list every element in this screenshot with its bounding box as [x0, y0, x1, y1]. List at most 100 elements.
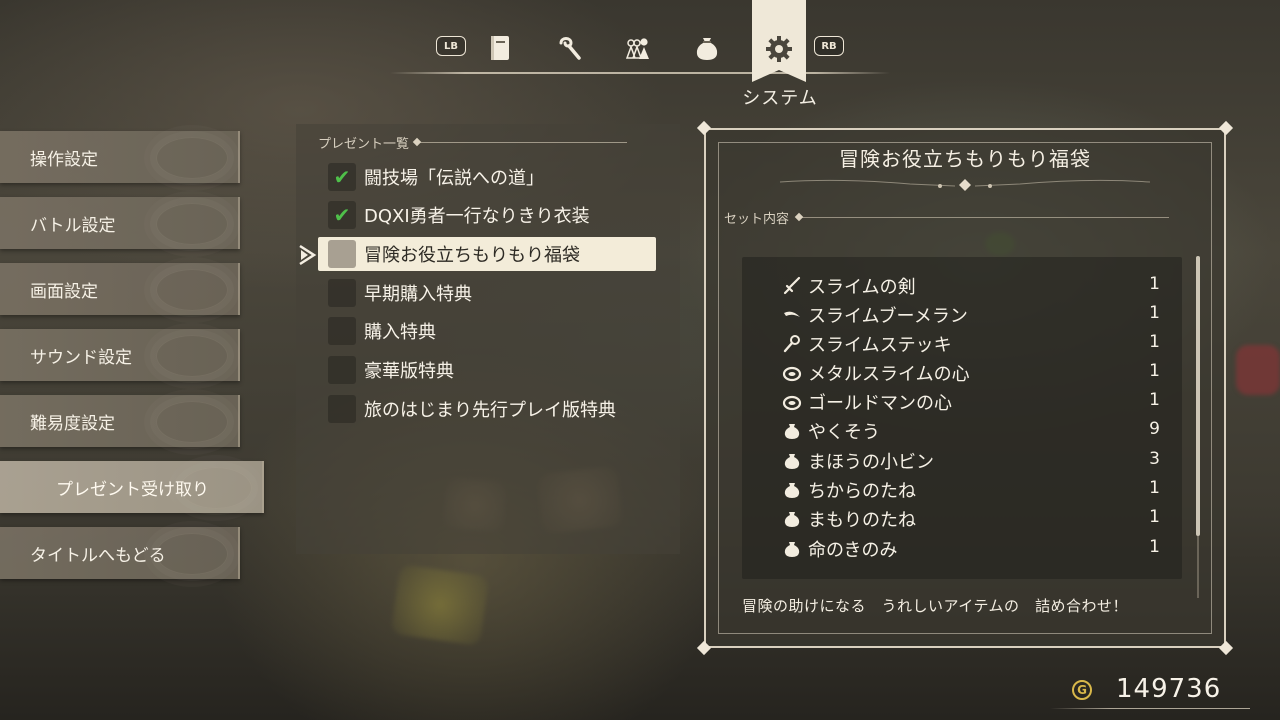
- party-icon: [625, 38, 649, 59]
- item-quantity: 1: [1149, 361, 1160, 381]
- boomerang-icon: [780, 303, 804, 327]
- present-item-costume[interactable]: ✔ DQXI勇者一行なりきり衣装: [318, 198, 656, 232]
- present-item-early-purchase[interactable]: 早期購入特典: [318, 276, 656, 310]
- present-item-label: 早期購入特典: [364, 284, 472, 305]
- scrollbar-thumb[interactable]: [1196, 256, 1200, 536]
- set-contents-label: セット内容: [724, 212, 790, 227]
- pouch-icon: [780, 478, 804, 502]
- list-item: やくそう 9: [780, 417, 1164, 445]
- pouch-icon: [780, 537, 804, 561]
- tab-bag[interactable]: [687, 28, 727, 68]
- skill-spiral-icon: [559, 37, 581, 60]
- staff-icon: [780, 332, 804, 356]
- menu-item-display[interactable]: 画面設定: [0, 263, 240, 315]
- tab-book[interactable]: [480, 28, 520, 68]
- book-icon: [491, 36, 509, 60]
- set-contents-header: セット内容: [724, 208, 1170, 227]
- item-name: スライムステッキ: [808, 335, 952, 356]
- present-item-label: 闘技場「伝説への道」: [364, 168, 544, 189]
- checkbox: ✔: [328, 201, 356, 229]
- bag-icon: [696, 38, 718, 60]
- checkbox: ✔: [328, 163, 356, 191]
- list-item: まほうの小ビン 3: [780, 447, 1164, 475]
- present-item-label: 豪華版特典: [364, 361, 454, 382]
- present-item-early-play[interactable]: 旅のはじまり先行プレイ版特典: [318, 392, 656, 426]
- pouch-icon: [780, 419, 804, 443]
- gold-amount: 149736: [1116, 674, 1222, 704]
- present-list-title: プレゼント一覧: [318, 137, 410, 152]
- checkbox: [328, 356, 356, 384]
- checkbox: [328, 279, 356, 307]
- gold-coin-icon: G: [1072, 680, 1092, 700]
- present-item-lucky-bag[interactable]: 冒険お役立ちもりもり福袋: [318, 237, 656, 271]
- title-ornament: [779, 179, 1151, 191]
- menu-item-sound[interactable]: サウンド設定: [0, 329, 240, 381]
- checkbox: [328, 240, 356, 268]
- menu-item-battle[interactable]: バトル設定: [0, 197, 240, 249]
- present-list-header: プレゼント一覧: [318, 133, 628, 152]
- cursor-arrow-icon: [299, 244, 317, 266]
- ring-icon: [780, 361, 804, 385]
- tab-bar: LB RB: [390, 0, 890, 82]
- present-item-purchase[interactable]: 購入特典: [318, 314, 656, 348]
- item-name: 命のきのみ: [808, 540, 898, 561]
- item-quantity: 1: [1149, 274, 1160, 294]
- item-quantity: 1: [1149, 332, 1160, 352]
- menu-item-title[interactable]: タイトルへもどる: [0, 527, 240, 579]
- checkmark-icon: ✔: [333, 203, 351, 227]
- gold-underline: [1050, 708, 1250, 709]
- menu-item-controls[interactable]: 操作設定: [0, 131, 240, 183]
- item-quantity: 3: [1149, 449, 1160, 469]
- sword-icon: [780, 274, 804, 298]
- background-tile: [390, 564, 490, 646]
- item-name: スライムブーメラン: [808, 306, 968, 327]
- ring-icon: [780, 390, 804, 414]
- scrollbar-track[interactable]: [1197, 536, 1199, 598]
- menu-item-difficulty[interactable]: 難易度設定: [0, 395, 240, 447]
- item-name: やくそう: [808, 422, 880, 443]
- item-quantity: 1: [1149, 537, 1160, 557]
- present-item-arena[interactable]: ✔ 闘技場「伝説への道」: [318, 160, 656, 194]
- list-item: まもりのたね 1: [780, 505, 1164, 533]
- item-description: 冒険の助けになる うれしいアイテムの 詰め合わせ！: [742, 597, 1129, 615]
- list-item: スライムステッキ 1: [780, 330, 1164, 358]
- list-item: スライムの剣 1: [780, 272, 1164, 300]
- header-rule: [799, 217, 1170, 218]
- present-item-label: 旅のはじまり先行プレイ版特典: [364, 400, 616, 421]
- header-rule: [417, 142, 628, 143]
- item-name: まほうの小ビン: [808, 452, 934, 473]
- item-name: ちからのたね: [808, 481, 916, 502]
- present-item-label: 冒険お役立ちもりもり福袋: [364, 245, 580, 266]
- pouch-icon: [780, 507, 804, 531]
- tab-bar-divider: [390, 72, 890, 74]
- background-object: [1236, 345, 1280, 395]
- present-item-label: DQXI勇者一行なりきり衣装: [364, 206, 590, 227]
- item-quantity: 1: [1149, 478, 1160, 498]
- present-item-deluxe[interactable]: 豪華版特典: [318, 353, 656, 387]
- tab-skill[interactable]: [550, 28, 590, 68]
- item-quantity: 1: [1149, 303, 1160, 323]
- rb-button[interactable]: RB: [814, 36, 844, 56]
- item-name: スライムの剣: [808, 277, 916, 298]
- checkmark-icon: ✔: [333, 165, 351, 189]
- item-quantity: 9: [1149, 419, 1160, 439]
- item-name: ゴールドマンの心: [808, 393, 952, 414]
- list-item: ゴールドマンの心 1: [780, 388, 1164, 416]
- detail-title: 冒険お役立ちもりもり福袋: [839, 147, 1091, 171]
- gold-display: G 149736: [1050, 672, 1250, 712]
- pouch-icon: [780, 449, 804, 473]
- item-name: まもりのたね: [808, 510, 916, 531]
- checkbox: [328, 395, 356, 423]
- menu-item-present[interactable]: プレゼント受け取り: [0, 461, 264, 513]
- lb-button[interactable]: LB: [436, 36, 466, 56]
- list-item: ちからのたね 1: [780, 476, 1164, 504]
- item-name: メタルスライムの心: [808, 364, 970, 385]
- gear-icon: [766, 36, 792, 62]
- tab-party[interactable]: [618, 28, 658, 68]
- list-item: メタルスライムの心 1: [780, 359, 1164, 387]
- active-tab-label: システム: [742, 88, 818, 109]
- list-item: スライムブーメラン 1: [780, 301, 1164, 329]
- item-quantity: 1: [1149, 507, 1160, 527]
- present-item-label: 購入特典: [364, 322, 436, 343]
- item-quantity: 1: [1149, 390, 1160, 410]
